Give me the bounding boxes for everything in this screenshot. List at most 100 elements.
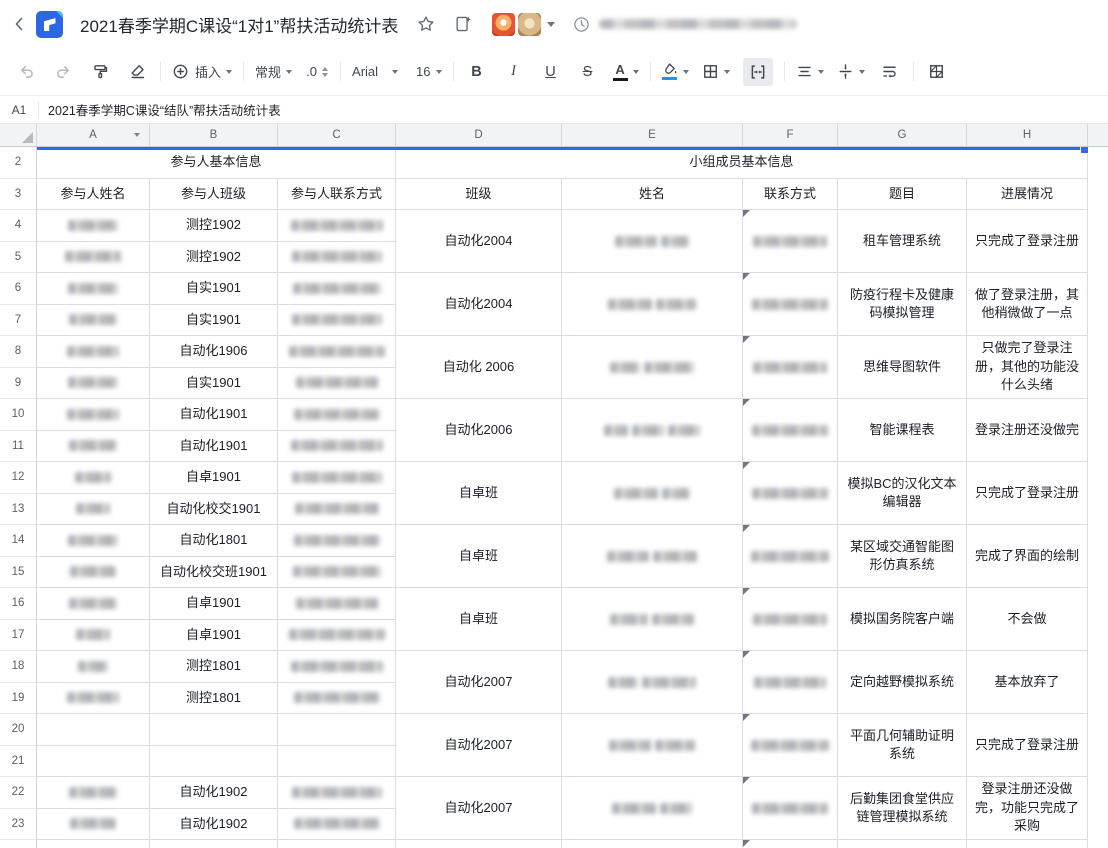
cell-group-contact[interactable] bbox=[743, 714, 838, 777]
column-header-H[interactable]: H bbox=[967, 124, 1088, 146]
merge-cells-button[interactable] bbox=[743, 58, 773, 86]
column-header-F[interactable]: F bbox=[743, 124, 838, 146]
cell-participant-name[interactable] bbox=[37, 431, 150, 463]
cell-participant-name[interactable] bbox=[37, 777, 150, 809]
cell-participant-class[interactable]: 自动化1902 bbox=[150, 777, 278, 809]
cell-progress[interactable]: 做了登录注册，其他稍微做了一点 bbox=[967, 273, 1088, 336]
cell-progress[interactable]: 不会做 bbox=[967, 588, 1088, 651]
redo-button[interactable] bbox=[51, 58, 75, 86]
cell-topic[interactable]: 定向越野模拟系统 bbox=[838, 651, 967, 714]
row-header-18[interactable]: 18 bbox=[0, 651, 37, 683]
field-header-cell[interactable]: 班级 bbox=[396, 179, 562, 211]
cell-participant-class[interactable]: 自动化1902 bbox=[150, 809, 278, 841]
italic-button[interactable]: I bbox=[502, 58, 526, 86]
row-header-2[interactable]: 2 bbox=[0, 147, 37, 179]
row-header-5[interactable]: 5 bbox=[0, 242, 37, 274]
cell-group-contact[interactable] bbox=[743, 273, 838, 336]
cell-partial-row[interactable] bbox=[562, 840, 743, 848]
cell-participant-class[interactable]: 自卓1901 bbox=[150, 462, 278, 494]
cell-participant-name[interactable] bbox=[37, 494, 150, 526]
avatar[interactable] bbox=[518, 13, 541, 36]
cell-member-names[interactable] bbox=[562, 651, 743, 714]
cell-participant-class[interactable]: 自卓1901 bbox=[150, 588, 278, 620]
cell-progress[interactable]: 只做完了登录注册，其他的功能没什么头绪 bbox=[967, 336, 1088, 399]
field-header-cell[interactable]: 参与人班级 bbox=[150, 179, 278, 211]
cell-participant-contact[interactable] bbox=[278, 431, 396, 463]
cell-participant-class[interactable]: 测控1801 bbox=[150, 683, 278, 715]
cell-group-class[interactable]: 自卓班 bbox=[396, 588, 562, 651]
column-header-E[interactable]: E bbox=[562, 124, 743, 146]
cell-participant-name[interactable] bbox=[37, 651, 150, 683]
cell-topic[interactable]: 后勤集团食堂供应链管理模拟系统 bbox=[838, 777, 967, 840]
star-icon[interactable] bbox=[417, 15, 435, 33]
bold-button[interactable]: B bbox=[465, 58, 489, 86]
cell-partial-row[interactable] bbox=[396, 840, 562, 848]
underline-button[interactable]: U bbox=[539, 58, 563, 86]
filter-dropdown-icon[interactable] bbox=[134, 133, 140, 137]
cell-participant-name[interactable] bbox=[37, 210, 150, 242]
row-header-7[interactable]: 7 bbox=[0, 305, 37, 337]
cell-participant-contact[interactable] bbox=[278, 336, 396, 368]
cell-participant-contact[interactable] bbox=[278, 651, 396, 683]
cell-member-names[interactable] bbox=[562, 714, 743, 777]
cell-participant-contact[interactable] bbox=[278, 210, 396, 242]
column-header-A[interactable]: A bbox=[37, 124, 150, 146]
cell-participant-contact[interactable] bbox=[278, 588, 396, 620]
clear-format-eraser-icon[interactable] bbox=[125, 58, 149, 86]
cell-participant-name[interactable] bbox=[37, 525, 150, 557]
row-header-12[interactable]: 12 bbox=[0, 462, 37, 494]
cell-progress[interactable]: 只完成了登录注册 bbox=[967, 210, 1088, 273]
cell-participant-contact[interactable] bbox=[278, 462, 396, 494]
font-family-dropdown[interactable]: Arial bbox=[352, 58, 398, 86]
cell-member-names[interactable] bbox=[562, 525, 743, 588]
chevron-down-icon[interactable] bbox=[547, 22, 555, 27]
cell-participant-name[interactable] bbox=[37, 242, 150, 274]
cell-participant-class[interactable]: 自动化1901 bbox=[150, 399, 278, 431]
cell-participant-contact[interactable] bbox=[278, 273, 396, 305]
cell-participant-class[interactable]: 自动化1801 bbox=[150, 525, 278, 557]
borders-button[interactable] bbox=[702, 58, 730, 86]
collaborator-avatars[interactable] bbox=[492, 13, 555, 36]
cell-group-contact[interactable] bbox=[743, 651, 838, 714]
cell-group-class[interactable]: 自动化2007 bbox=[396, 777, 562, 840]
cell-participant-class[interactable]: 自卓1901 bbox=[150, 620, 278, 652]
cell-partial-row[interactable] bbox=[743, 840, 838, 848]
cell-member-names[interactable] bbox=[562, 399, 743, 462]
select-all-corner[interactable] bbox=[0, 124, 37, 146]
cell-topic[interactable]: 某区域交通智能图形仿真系统 bbox=[838, 525, 967, 588]
font-size-dropdown[interactable]: 16 bbox=[416, 58, 441, 86]
field-header-cell[interactable]: 参与人姓名 bbox=[37, 179, 150, 211]
row-header-13[interactable]: 13 bbox=[0, 494, 37, 526]
cell-participant-contact[interactable] bbox=[278, 714, 396, 746]
cell-progress[interactable]: 登录注册还没做完，功能只完成了采购 bbox=[967, 777, 1088, 840]
field-header-cell[interactable]: 进展情况 bbox=[967, 179, 1088, 211]
new-page-icon[interactable] bbox=[454, 15, 472, 33]
cell-participant-name[interactable] bbox=[37, 305, 150, 337]
section-header-cell[interactable]: 参与人基本信息 bbox=[37, 147, 396, 179]
cell-participant-name[interactable] bbox=[37, 336, 150, 368]
row-header-8[interactable]: 8 bbox=[0, 336, 37, 368]
row-header-3[interactable]: 3 bbox=[0, 179, 37, 211]
decimal-stepper[interactable]: .0 bbox=[305, 58, 329, 86]
cell-progress[interactable]: 只完成了登录注册 bbox=[967, 462, 1088, 525]
cell-group-contact[interactable] bbox=[743, 588, 838, 651]
cell-topic[interactable]: 租车管理系统 bbox=[838, 210, 967, 273]
cell-participant-name[interactable] bbox=[37, 714, 150, 746]
cell-member-names[interactable] bbox=[562, 210, 743, 273]
cell-topic[interactable]: 思维导图软件 bbox=[838, 336, 967, 399]
fill-color-button[interactable] bbox=[662, 58, 689, 86]
cell-participant-class[interactable]: 自实1901 bbox=[150, 368, 278, 400]
cell-participant-name[interactable] bbox=[37, 588, 150, 620]
cell-group-class[interactable]: 自动化2004 bbox=[396, 210, 562, 273]
cell-group-class[interactable]: 自动化2007 bbox=[396, 714, 562, 777]
cell-participant-contact[interactable] bbox=[278, 777, 396, 809]
cell-participant-class[interactable]: 自实1901 bbox=[150, 305, 278, 337]
cell-topic[interactable]: 平面几何辅助证明系统 bbox=[838, 714, 967, 777]
tencent-docs-logo-icon[interactable] bbox=[36, 11, 63, 38]
column-header-G[interactable]: G bbox=[838, 124, 967, 146]
cell-topic[interactable]: 智能课程表 bbox=[838, 399, 967, 462]
field-header-cell[interactable]: 联系方式 bbox=[743, 179, 838, 211]
cell-group-class[interactable]: 自卓班 bbox=[396, 462, 562, 525]
section-header-cell[interactable]: 小组成员基本信息 bbox=[396, 147, 1088, 179]
column-header-C[interactable]: C bbox=[278, 124, 396, 146]
